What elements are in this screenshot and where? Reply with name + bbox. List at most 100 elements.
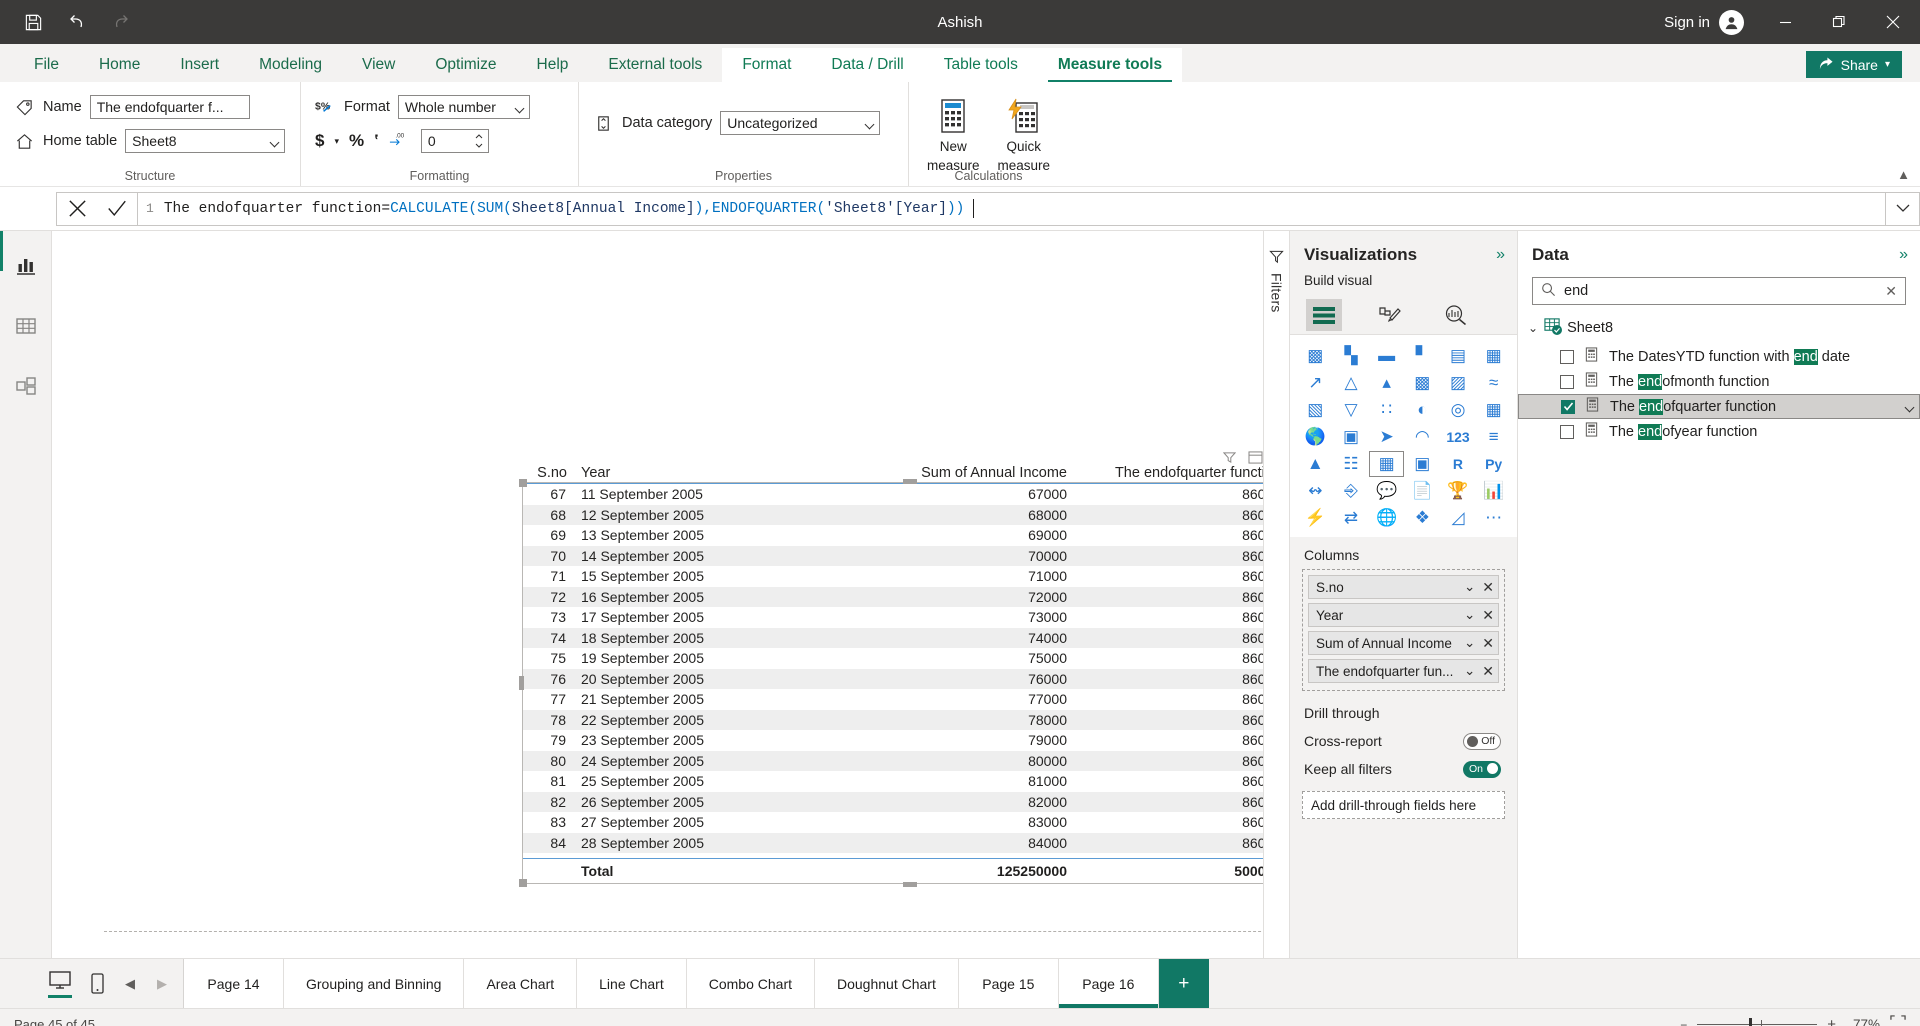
save-icon[interactable] (22, 11, 44, 33)
remove-field-icon[interactable]: ✕ (1482, 607, 1494, 624)
cell-year[interactable]: 28 September 2005 (573, 835, 823, 851)
column-header-sno[interactable]: S.no (523, 465, 573, 481)
page-tab[interactable]: Doughnut Chart (815, 959, 959, 1008)
cell-endofquarter[interactable]: 86000 (1079, 753, 1263, 769)
ribbon-tab-measure-tools[interactable]: Measure tools (1038, 48, 1182, 82)
dax-formula-input[interactable]: 1 The endofquarter function = CALCULATE(… (138, 192, 1886, 226)
cell-sno[interactable]: 75 (523, 650, 573, 666)
key-influencers-icon[interactable]: ↭ (1298, 478, 1333, 504)
filters-pane-collapsed[interactable]: Filters (1263, 231, 1289, 958)
cell-endofquarter[interactable]: 86000 (1079, 589, 1263, 605)
cell-sum-annual-income[interactable]: 78000 (823, 712, 1079, 728)
cell-sno[interactable]: 72 (523, 589, 573, 605)
cell-year[interactable]: 29 September 2005 (573, 855, 823, 857)
line-chart-icon[interactable]: ↗ (1298, 370, 1333, 396)
cell-year[interactable]: 20 September 2005 (573, 671, 823, 687)
cell-year[interactable]: 26 September 2005 (573, 794, 823, 810)
page-scroll-next-button[interactable]: ▶ (155, 976, 169, 992)
restore-button[interactable] (1812, 0, 1866, 44)
column-header-sum-annual-income[interactable]: Sum of Annual Income (823, 465, 1079, 481)
search-input[interactable] (1564, 283, 1877, 299)
charticulator-icon[interactable]: ◿ (1441, 505, 1476, 531)
ribbon-tab-optimize[interactable]: Optimize (415, 48, 516, 82)
card-icon[interactable]: 123 (1441, 424, 1476, 450)
kpi-icon[interactable]: ▲ (1298, 451, 1333, 477)
cell-year[interactable]: 25 September 2005 (573, 773, 823, 789)
clear-x-icon[interactable]: ✕ (1885, 283, 1897, 300)
commit-check-icon[interactable] (97, 193, 137, 225)
map-icon[interactable]: 🌎 (1298, 424, 1333, 450)
cell-year[interactable]: 24 September 2005 (573, 753, 823, 769)
currency-format-icon[interactable]: $ (315, 131, 324, 151)
cell-endofquarter[interactable]: 86000 (1079, 527, 1263, 543)
model-view-icon[interactable] (13, 373, 39, 399)
multi-row-card-icon[interactable]: ≡ (1476, 424, 1511, 450)
table-row[interactable]: 7115 September 20057100086000 (523, 566, 1263, 587)
table-icon[interactable]: ▦ (1369, 451, 1404, 477)
table-row[interactable]: 8226 September 20058200086000 (523, 792, 1263, 813)
cell-sum-annual-income[interactable]: 73000 (823, 609, 1079, 625)
format-select[interactable]: Whole number (398, 95, 530, 119)
qna-icon[interactable]: 💬 (1369, 478, 1404, 504)
keep-all-filters-toggle[interactable]: On (1463, 761, 1501, 778)
field-well-sum-annual-income[interactable]: Sum of Annual Income ⌄ ✕ (1308, 631, 1499, 655)
metrics-icon[interactable]: 🏆 (1441, 478, 1476, 504)
chevron-down-icon[interactable]: ⌄ (1464, 663, 1475, 679)
cell-sum-annual-income[interactable]: 68000 (823, 507, 1079, 523)
cell-sno[interactable]: 79 (523, 732, 573, 748)
field-well-endofquarter[interactable]: The endofquarter fun... ⌄ ✕ (1308, 659, 1499, 683)
table-row[interactable]: 8024 September 20058000086000 (523, 751, 1263, 772)
cell-year[interactable]: 14 September 2005 (573, 548, 823, 564)
report-view-icon[interactable] (13, 253, 39, 279)
cell-endofquarter[interactable]: 86000 (1079, 486, 1263, 502)
remove-field-icon[interactable]: ✕ (1482, 579, 1494, 596)
cell-year[interactable]: 17 September 2005 (573, 609, 823, 625)
cell-sum-annual-income[interactable]: 77000 (823, 691, 1079, 707)
table-body[interactable]: 6711 September 200567000860006812 Septem… (523, 483, 1263, 857)
filled-map-icon[interactable]: ▣ (1334, 424, 1369, 450)
cell-sum-annual-income[interactable]: 71000 (823, 568, 1079, 584)
cell-year[interactable]: 16 September 2005 (573, 589, 823, 605)
power-automate-icon[interactable]: ⇄ (1334, 505, 1369, 531)
table-row[interactable]: 7418 September 20057400086000 (523, 628, 1263, 649)
cell-sum-annual-income[interactable]: 76000 (823, 671, 1079, 687)
ribbon-tab-view[interactable]: View (342, 48, 415, 82)
chevron-down-icon[interactable]: ⌄ (1464, 579, 1475, 595)
cell-year[interactable]: 23 September 2005 (573, 732, 823, 748)
table-row[interactable]: 6812 September 20056800086000 (523, 505, 1263, 526)
field-checkbox[interactable] (1560, 375, 1574, 389)
home-table-select[interactable]: Sheet8 (125, 129, 285, 153)
new-measure-button[interactable]: New measure (923, 94, 984, 174)
cell-endofquarter[interactable]: 86000 (1079, 630, 1263, 646)
table-row[interactable]: 7014 September 20057000086000 (523, 546, 1263, 567)
clustered-bar-chart-icon[interactable]: ▬ (1369, 343, 1404, 369)
cell-sum-annual-income[interactable]: 67000 (823, 486, 1079, 502)
undo-icon[interactable] (66, 11, 88, 33)
cell-year[interactable]: 15 September 2005 (573, 568, 823, 584)
table-row[interactable]: 8428 September 20058400086000 (523, 833, 1263, 854)
cell-sum-annual-income[interactable]: 80000 (823, 753, 1079, 769)
columns-field-wells[interactable]: S.no ⌄ ✕ Year ⌄ ✕ Sum of Annual Income ⌄… (1302, 569, 1505, 691)
pie-chart-icon[interactable]: ◐ (1405, 397, 1440, 423)
chevron-down-icon[interactable]: ⌄ (1528, 321, 1538, 335)
field-checkbox[interactable] (1560, 425, 1574, 439)
zoom-out-button[interactable]: − (1680, 1018, 1687, 1026)
ribbon-tab-modeling[interactable]: Modeling (239, 48, 342, 82)
smart-narrative-icon[interactable]: 📄 (1405, 478, 1440, 504)
100-stacked-column-chart-icon[interactable]: ▦ (1476, 343, 1511, 369)
cell-sno[interactable]: 82 (523, 794, 573, 810)
percent-format-icon[interactable]: % (349, 131, 364, 151)
treemap-icon[interactable]: ▦ (1476, 397, 1511, 423)
field-checkbox[interactable] (1560, 350, 1574, 364)
paginated-report-icon[interactable]: 📊 (1476, 478, 1511, 504)
stacked-bar-chart-icon[interactable]: ▩ (1298, 343, 1333, 369)
cell-sum-annual-income[interactable]: 84000 (823, 835, 1079, 851)
cell-sum-annual-income[interactable]: 83000 (823, 814, 1079, 830)
share-button[interactable]: Share ▾ (1806, 51, 1902, 78)
ribbon-tab-insert[interactable]: Insert (160, 48, 239, 82)
table-row[interactable]: 7216 September 20057200086000 (523, 587, 1263, 608)
cell-sno[interactable]: 85 (523, 855, 573, 857)
ribbon-tab-help[interactable]: Help (517, 48, 589, 82)
table-row[interactable]: 7519 September 20057500086000 (523, 648, 1263, 669)
funnel-chart-icon[interactable]: ▽ (1334, 397, 1369, 423)
